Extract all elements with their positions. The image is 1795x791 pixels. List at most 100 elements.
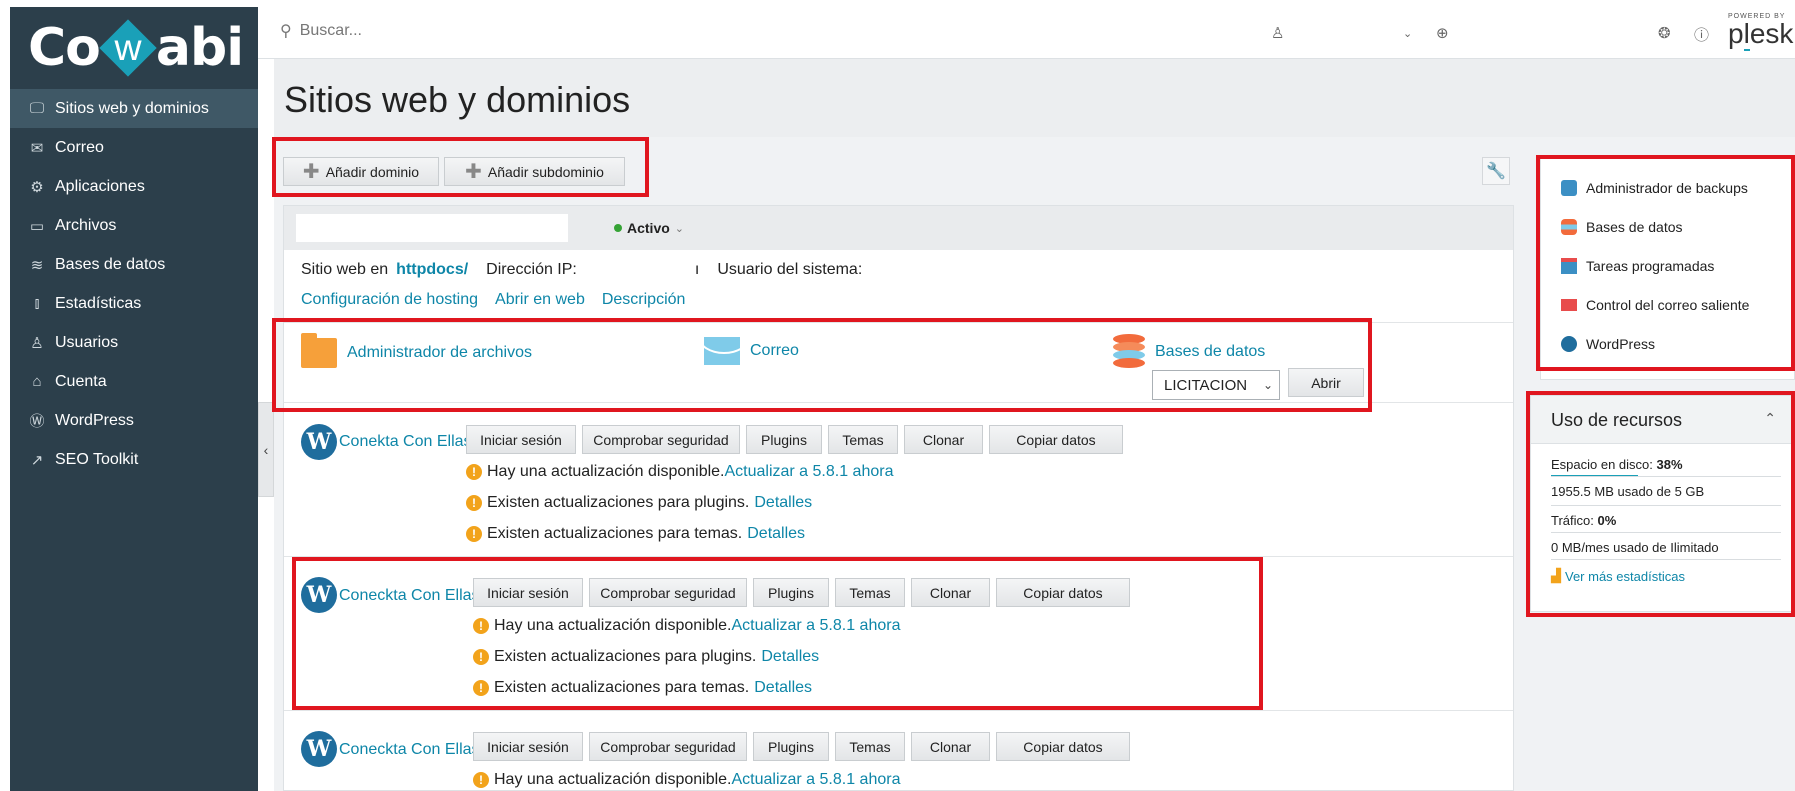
globe-icon[interactable]: ⊕ xyxy=(1436,24,1449,42)
resource-usage-panel: Uso de recursos ⌃ Espacio en disco: 38% … xyxy=(1530,395,1795,612)
plugins-button[interactable]: Plugins xyxy=(753,732,829,761)
sidebar-item-label: Archivos xyxy=(55,216,117,234)
open-button[interactable]: Abrir xyxy=(1288,368,1364,397)
copy-data-button[interactable]: Copiar datos xyxy=(996,578,1130,607)
search-icon: ⚲ xyxy=(280,23,292,40)
copy-data-button[interactable]: Copiar datos xyxy=(996,732,1130,761)
mail-tool[interactable]: Correo xyxy=(704,337,799,365)
clone-button[interactable]: Clonar xyxy=(911,732,990,761)
login-button[interactable]: Iniciar sesión xyxy=(473,578,583,607)
chevron-down-icon[interactable]: ⌄ xyxy=(1403,27,1412,40)
bar-chart-icon: ▟ xyxy=(1551,568,1561,583)
status-dropdown[interactable]: Activo ⌄ xyxy=(614,220,684,236)
mail-icon xyxy=(1561,299,1577,311)
divider xyxy=(284,402,1513,403)
database-icon xyxy=(1561,219,1577,235)
site-name-link[interactable]: Coneckta Con Ellas xyxy=(339,587,480,605)
check-security-button[interactable]: Comprobar seguridad xyxy=(589,732,747,761)
details-link[interactable]: Detalles xyxy=(754,494,812,512)
sidebar-item-users[interactable]: ♙ Usuarios xyxy=(10,323,258,362)
window-left-edge xyxy=(0,0,10,791)
clone-button[interactable]: Clonar xyxy=(911,578,990,607)
mail-icon: ✉ xyxy=(30,139,44,157)
brand-logo[interactable]: Co w abi xyxy=(28,19,248,77)
site-name-link[interactable]: Conekta Con Ellas xyxy=(339,433,472,451)
sidebar-item-websites[interactable]: 🖵 Sitios web y dominios xyxy=(10,89,258,128)
add-domain-button[interactable]: ✚ Añadir dominio xyxy=(283,157,439,186)
wordpress-icon: W xyxy=(301,577,337,613)
databases-tool[interactable]: Bases de datos xyxy=(1113,334,1265,370)
copy-data-button[interactable]: Copiar datos xyxy=(989,425,1123,454)
wordpress-icon: W xyxy=(301,424,337,460)
divider xyxy=(1551,532,1781,533)
update-notice: ! Hay una actualización disponible. Actual… xyxy=(473,771,900,789)
outgoing-mail-link[interactable]: Control del correo saliente xyxy=(1561,297,1749,313)
database-select[interactable]: LICITACION ⌄ xyxy=(1152,370,1280,400)
check-security-button[interactable]: Comprobar seguridad xyxy=(582,425,740,454)
plugins-button[interactable]: Plugins xyxy=(746,425,822,454)
sidebar-item-seo-toolkit[interactable]: ↗ SEO Toolkit xyxy=(10,440,258,479)
themes-button[interactable]: Temas xyxy=(828,425,898,454)
add-subdomain-button[interactable]: ✚ Añadir subdominio xyxy=(444,157,625,186)
open-in-web-link[interactable]: Abrir en web xyxy=(495,291,585,309)
sidebar-item-mail[interactable]: ✉ Correo xyxy=(10,128,258,167)
sidebar-item-statistics[interactable]: ⫾ Estadísticas xyxy=(10,284,258,323)
themes-button[interactable]: Temas xyxy=(835,578,905,607)
details-link[interactable]: Detalles xyxy=(754,679,812,697)
sidebar-item-label: Estadísticas xyxy=(55,294,142,312)
calendar-icon xyxy=(1561,258,1577,274)
site-name-link[interactable]: Coneckta Con Ellas xyxy=(339,741,480,759)
domain-info: Sitio web en httpdocs/ Dirección IP: ı U… xyxy=(301,261,863,279)
database-icon xyxy=(1113,334,1145,370)
details-link[interactable]: Detalles xyxy=(761,648,819,666)
file-manager-tool[interactable]: Administrador de archivos xyxy=(301,333,532,368)
sidebar-item-account[interactable]: ⌂ Cuenta xyxy=(10,362,258,401)
update-link[interactable]: Actualizar a 5.8.1 ahora xyxy=(731,771,900,789)
wordpress-link[interactable]: WordPress xyxy=(1561,336,1655,352)
domain-name[interactable] xyxy=(296,214,568,242)
plugins-button[interactable]: Plugins xyxy=(753,578,829,607)
user-icon[interactable]: ♙ xyxy=(1271,24,1284,42)
wordpress-icon: W xyxy=(301,731,337,767)
warning-icon: ! xyxy=(473,772,489,788)
databases-link[interactable]: Bases de datos xyxy=(1561,219,1683,235)
site-actions: Iniciar sesión Comprobar seguridad Plugi… xyxy=(473,732,1130,761)
folder-icon: ▭ xyxy=(29,217,45,235)
warning-icon: ! xyxy=(473,680,489,696)
hosting-settings-link[interactable]: Configuración de hosting xyxy=(301,291,478,309)
themes-button[interactable]: Temas xyxy=(835,732,905,761)
update-link[interactable]: Actualizar a 5.8.1 ahora xyxy=(724,463,893,481)
sidebar-item-label: Cuenta xyxy=(55,372,107,390)
chevron-up-icon[interactable]: ⌃ xyxy=(1764,410,1776,427)
docroot-link[interactable]: httpdocs/ xyxy=(396,261,468,279)
search-box[interactable]: ⚲ Buscar... xyxy=(280,21,362,41)
divider xyxy=(1551,476,1781,477)
wrench-icon[interactable]: 🔧 xyxy=(1482,157,1510,185)
help-icon[interactable]: ⓘ xyxy=(1694,24,1709,45)
seo-icon: ↗ xyxy=(30,451,44,469)
site-actions: Iniciar sesión Comprobar seguridad Plugi… xyxy=(473,578,1130,607)
more-stats-link[interactable]: ▟ Ver más estadísticas xyxy=(1551,568,1685,584)
search-input[interactable]: Buscar... xyxy=(300,22,362,40)
login-button[interactable]: Iniciar sesión xyxy=(466,425,576,454)
sidebar-item-applications[interactable]: ⚙ Aplicaciones xyxy=(10,167,258,206)
sidebar-item-databases[interactable]: ≋ Bases de datos xyxy=(10,245,258,284)
description-link[interactable]: Descripción xyxy=(602,291,686,309)
resource-usage-header[interactable]: Uso de recursos ⌃ xyxy=(1531,396,1794,444)
sidebar-item-files[interactable]: ▭ Archivos xyxy=(10,206,258,245)
site-actions: Iniciar sesión Comprobar seguridad Plugi… xyxy=(466,425,1123,454)
extensions-icon[interactable]: ❂ xyxy=(1658,24,1671,42)
backup-manager-link[interactable]: Administrador de backups xyxy=(1561,180,1748,196)
divider xyxy=(284,710,1513,711)
sidebar-collapse-toggle[interactable]: ‹ xyxy=(258,402,274,497)
details-link[interactable]: Detalles xyxy=(747,525,805,543)
sidebar-item-wordpress[interactable]: Ⓦ WordPress xyxy=(10,401,258,440)
clone-button[interactable]: Clonar xyxy=(904,425,983,454)
sidebar-item-label: Correo xyxy=(55,138,104,156)
disk-usage-label: Espacio en disco: 38% xyxy=(1551,457,1683,472)
page-title: Sitios web y dominios xyxy=(284,79,631,120)
update-link[interactable]: Actualizar a 5.8.1 ahora xyxy=(731,617,900,635)
scheduled-tasks-link[interactable]: Tareas programadas xyxy=(1561,258,1714,274)
login-button[interactable]: Iniciar sesión xyxy=(473,732,583,761)
check-security-button[interactable]: Comprobar seguridad xyxy=(589,578,747,607)
